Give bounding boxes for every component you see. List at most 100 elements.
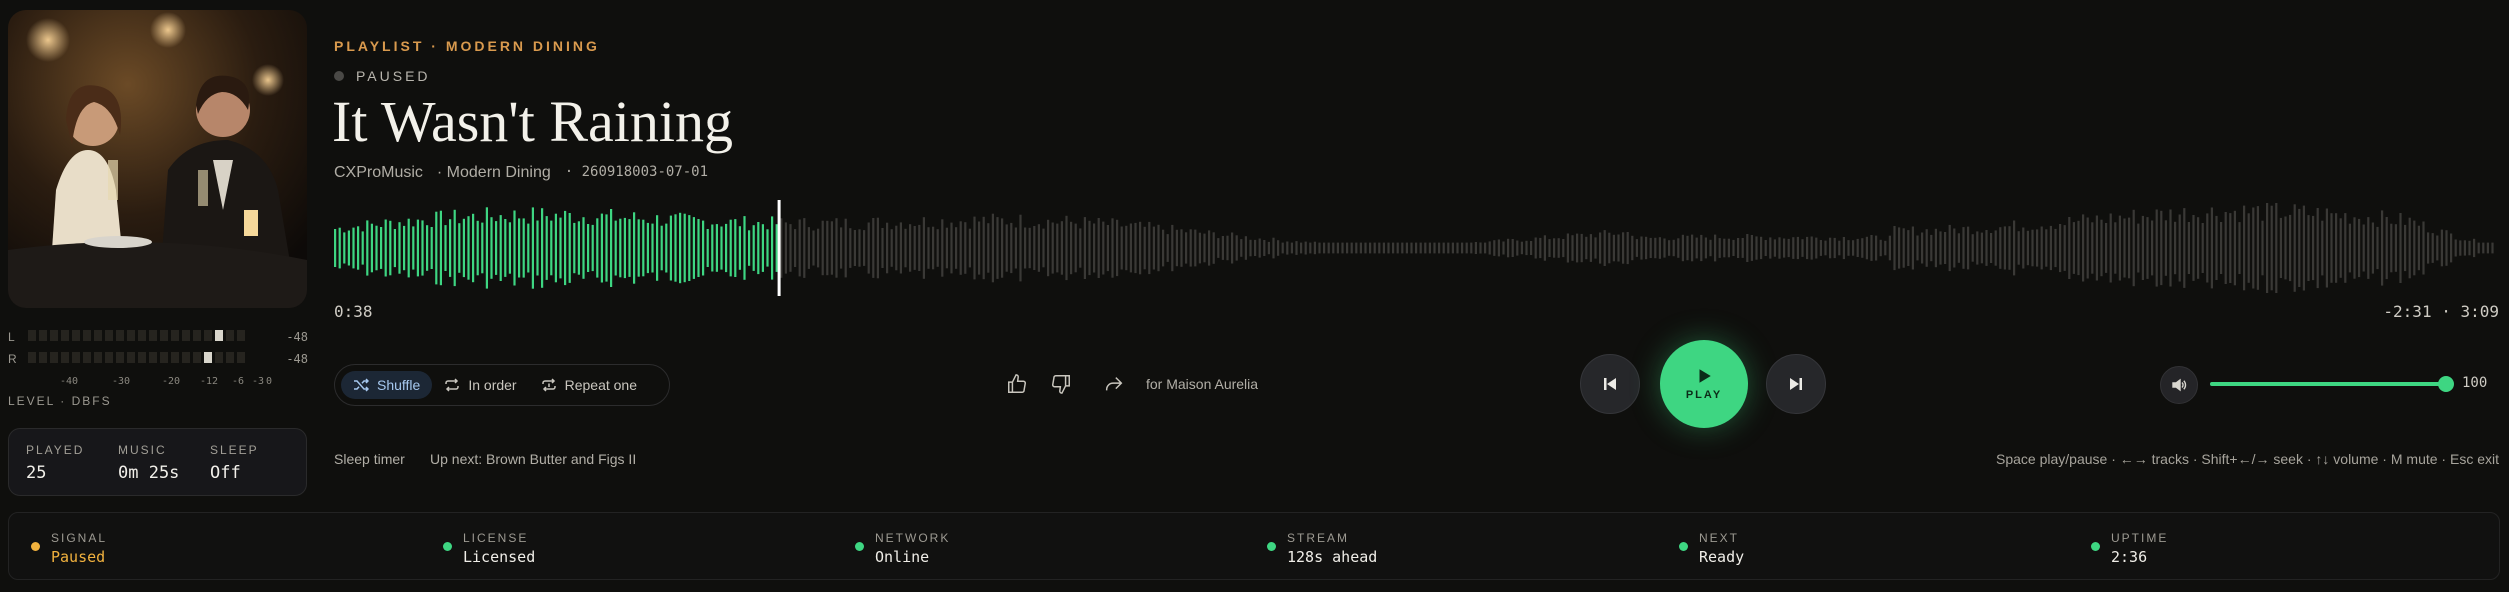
play-button[interactable]: PLAY	[1660, 340, 1748, 428]
waveform-bar	[1769, 237, 1772, 259]
waveform-bar	[1530, 241, 1533, 255]
waveform-bar	[393, 229, 396, 268]
waveform-bar	[1608, 232, 1611, 264]
waveform-bar	[2307, 215, 2310, 281]
waveform-bar	[1125, 225, 1128, 271]
stat-sleep: SLEEP Off	[210, 443, 259, 483]
waveform-bar	[2160, 210, 2163, 286]
waveform-bar	[1939, 231, 1942, 265]
volume-thumb[interactable]	[2438, 376, 2454, 392]
waveform-bar	[2289, 214, 2292, 282]
stat-value: 0m 25s	[118, 463, 180, 483]
waveform-bar	[375, 225, 378, 271]
status-key: LICENSE	[463, 531, 529, 545]
waveform-bar	[2298, 208, 2301, 287]
waveform-bar	[2197, 217, 2200, 279]
waveform-bar	[844, 218, 847, 278]
waveform-bar	[1295, 241, 1298, 255]
meter-scale-tick: -12	[200, 376, 219, 387]
waveform-bar	[688, 215, 691, 281]
waveform-bar	[950, 222, 953, 274]
waveform-bar	[481, 222, 484, 274]
waveform-bar	[2146, 217, 2149, 279]
waveform-bar	[541, 208, 544, 288]
waveform-bar	[720, 226, 723, 270]
meter-scale-tick: 0	[266, 376, 273, 387]
waveform-bar	[389, 220, 392, 276]
waveform-bar	[504, 219, 507, 277]
repeat-one-button[interactable]: Repeat one	[529, 371, 649, 399]
in-order-button[interactable]: In order	[432, 371, 528, 399]
meter-segment	[61, 330, 69, 341]
meter-scale-tick: -3	[252, 376, 265, 387]
in-order-label: In order	[468, 377, 517, 393]
waveform-seekbar[interactable]	[334, 200, 2498, 296]
dislike-button[interactable]	[1048, 371, 1074, 397]
waveform-bar	[1244, 236, 1247, 260]
waveform-bar	[2344, 213, 2347, 283]
waveform-bar	[2266, 203, 2269, 293]
waveform-bar	[1580, 233, 1583, 263]
waveform-bar	[2238, 222, 2241, 274]
like-button[interactable]	[1004, 371, 1030, 397]
waveform-bar	[1134, 222, 1137, 274]
waveform-bar	[734, 219, 737, 277]
waveform-bar	[656, 215, 659, 281]
repeat-icon	[445, 378, 460, 392]
waveform-bar	[1539, 237, 1542, 259]
waveform-bar	[1410, 242, 1413, 254]
status-uptime: UPTIME 2:36	[2091, 531, 2168, 566]
waveform-bar	[817, 228, 820, 268]
waveform-bar	[1010, 222, 1013, 274]
waveform-bar	[1718, 238, 1721, 258]
waveform-bar	[2091, 222, 2094, 274]
waveform-bar	[582, 217, 585, 279]
waveform-bar	[1861, 238, 1864, 258]
waveform-bar	[1116, 219, 1119, 277]
waveform-bar	[343, 232, 346, 264]
shuffle-button[interactable]: Shuffle	[341, 371, 433, 399]
waveform-bar	[1281, 242, 1284, 254]
waveform-bar	[2358, 218, 2361, 278]
waveform-bar	[904, 228, 907, 268]
waveform-bar	[508, 222, 511, 274]
waveform-bar	[412, 226, 415, 270]
share-button[interactable]	[1101, 371, 1127, 397]
waveform-bar	[1847, 240, 1850, 256]
waveform-bar	[1921, 232, 1924, 264]
waveform-bar	[1332, 242, 1335, 254]
waveform-bar	[771, 216, 774, 280]
waveform-bar	[1714, 234, 1717, 262]
waveform-bar	[370, 223, 373, 273]
waveform-bar	[679, 212, 682, 284]
waveform-bar	[2486, 242, 2489, 254]
volume-slider[interactable]	[2210, 376, 2454, 392]
waveform-bar	[1060, 221, 1063, 275]
waveform-bar	[1870, 235, 1873, 261]
waveform-bar	[1111, 218, 1114, 278]
stat-label: PLAYED	[26, 443, 85, 457]
play-label: PLAY	[1685, 389, 1723, 401]
sleep-timer-button[interactable]: Sleep timer	[334, 451, 405, 467]
waveform-bar	[352, 227, 355, 269]
waveform-bar	[600, 213, 603, 283]
waveform-bar	[867, 222, 870, 274]
up-next-label: Up next: Brown Butter and Figs II	[430, 451, 637, 467]
waveform-bar	[619, 218, 622, 278]
playhead[interactable]	[777, 200, 781, 296]
waveform-bar	[1778, 237, 1781, 259]
waveform-bar	[1971, 234, 1974, 262]
previous-track-button[interactable]	[1580, 354, 1640, 414]
waveform-bar	[761, 224, 764, 272]
waveform-bar	[1994, 230, 1997, 266]
next-track-button[interactable]	[1766, 354, 1826, 414]
waveform-bar	[2399, 213, 2402, 283]
waveform-bar	[2381, 210, 2384, 286]
for-venue-label: for Maison Aurelia	[1146, 376, 1259, 392]
waveform-bar	[1612, 234, 1615, 262]
status-bar: SIGNAL Paused LICENSE Licensed NETWORK O…	[8, 512, 2500, 580]
waveform-bar	[651, 223, 654, 273]
status-key: SIGNAL	[51, 531, 108, 545]
mute-button[interactable]	[2160, 366, 2198, 404]
waveform-bar	[366, 220, 369, 276]
